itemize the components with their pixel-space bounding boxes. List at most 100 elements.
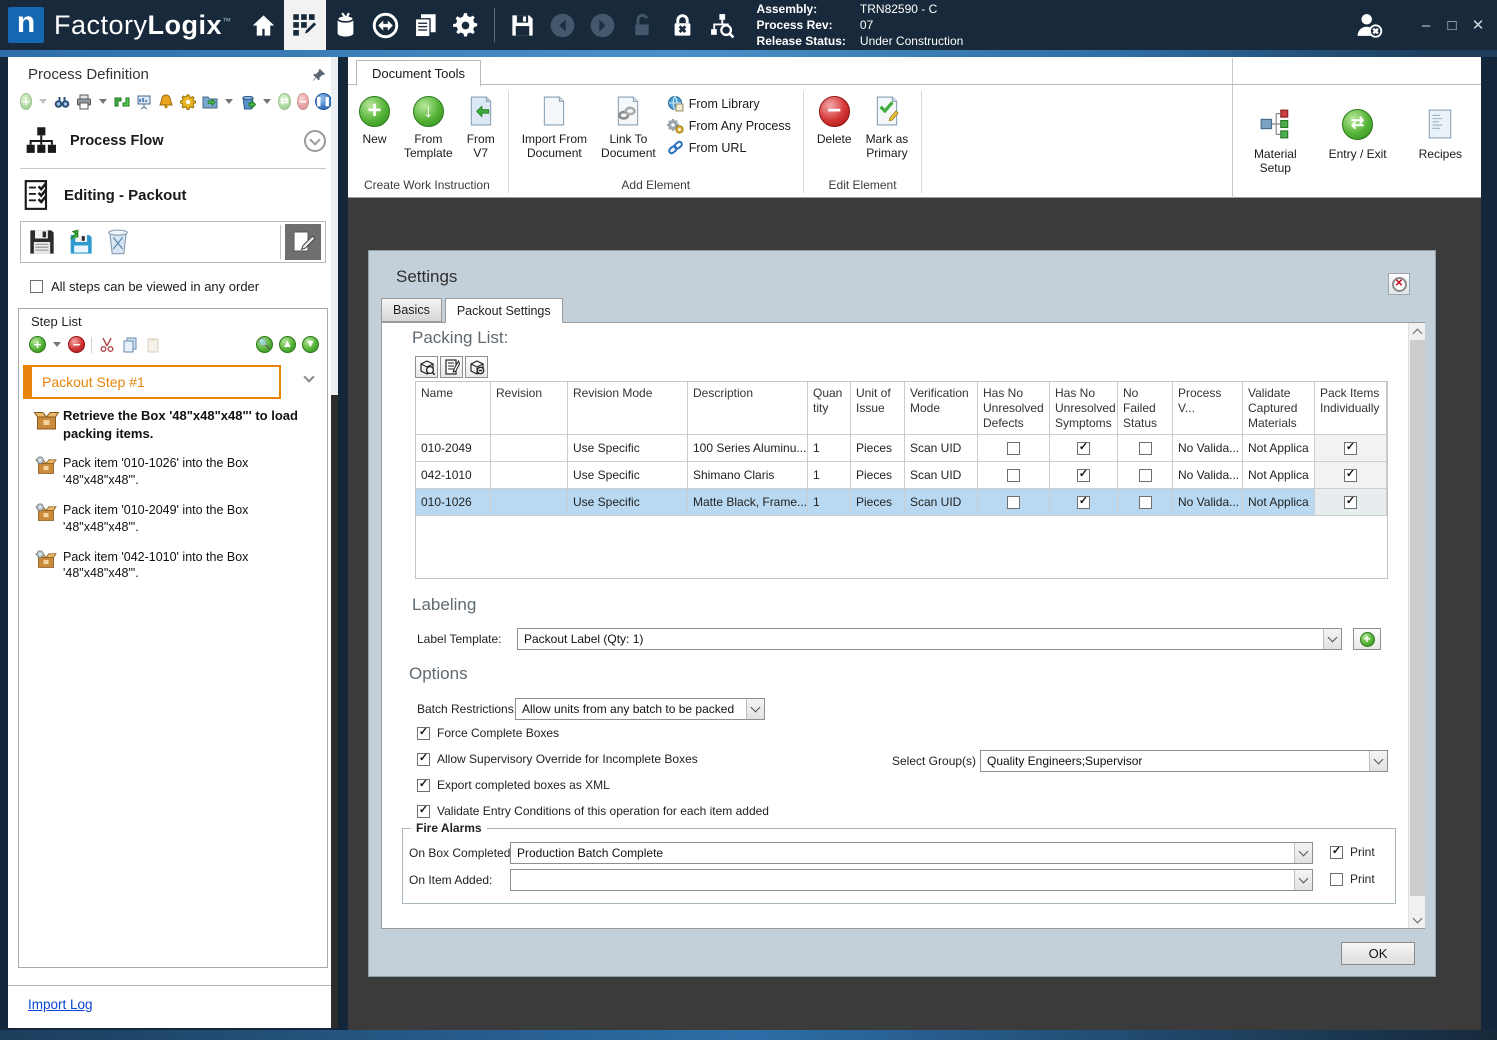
step-list-item[interactable]: Pack item '010-2049' into the Box '48"x4… [29, 502, 321, 536]
on-box-print-checkbox[interactable] [1330, 845, 1343, 859]
table-cell[interactable]: Use Specific [568, 462, 688, 489]
dialog-scrollbar-thumb[interactable] [1410, 340, 1425, 896]
table-cell[interactable] [1315, 435, 1387, 462]
table-cell[interactable]: Use Specific [568, 435, 688, 462]
table-cell[interactable]: 100 Series Aluminu... [688, 435, 808, 462]
table-cell[interactable]: Pieces [851, 489, 905, 516]
export-xml-option[interactable]: Export completed boxes as XML [417, 778, 610, 792]
row-checkbox[interactable] [1344, 468, 1357, 482]
box-remove-icon[interactable] [465, 356, 488, 378]
scroll-down-icon[interactable] [1409, 911, 1426, 928]
materials-icon[interactable] [326, 5, 366, 45]
add-dropdown-caret[interactable] [39, 99, 48, 104]
list-edit-icon[interactable] [440, 356, 463, 378]
row-checkbox[interactable] [1007, 468, 1020, 482]
column-header[interactable]: Quantity [808, 382, 851, 435]
back-icon[interactable] [543, 5, 583, 45]
table-cell[interactable] [1118, 462, 1173, 489]
entry-exit-button[interactable]: ⇄ Entry / Exit [1322, 98, 1394, 162]
lock-x-icon[interactable] [663, 5, 703, 45]
supervisory-override-checkbox[interactable] [417, 752, 430, 766]
box-search-icon[interactable] [415, 356, 438, 378]
process-flow-row[interactable]: Process Flow [8, 116, 338, 166]
cut-icon[interactable] [98, 336, 115, 353]
table-cell[interactable] [1118, 435, 1173, 462]
table-cell[interactable]: Scan UID [905, 462, 978, 489]
paste-icon[interactable] [144, 336, 161, 353]
step-list-item[interactable]: Pack item '042-1010' into the Box '48"x4… [29, 549, 321, 583]
process-gear-icon[interactable] [180, 93, 197, 110]
from-library-item[interactable]: From Library [667, 95, 791, 112]
on-item-print-checkbox[interactable] [1330, 872, 1343, 886]
row-checkbox[interactable] [1344, 495, 1357, 509]
material-setup-button[interactable]: Material Setup [1247, 98, 1304, 176]
link-to-document-button[interactable]: Link To Document [594, 87, 663, 161]
column-header[interactable]: Has No Unresolved Defects [978, 382, 1050, 435]
table-cell[interactable]: No Valida... [1173, 435, 1243, 462]
row-checkbox[interactable] [1077, 468, 1090, 482]
force-complete-boxes-option[interactable]: Force Complete Boxes [417, 726, 559, 740]
validate-entry-conditions-option[interactable]: Validate Entry Conditions of this operat… [417, 804, 769, 818]
column-header[interactable]: Pack Items Individually [1315, 382, 1387, 435]
save-icon[interactable] [503, 5, 543, 45]
step-list-item[interactable]: Pack item '010-1026' into the Box '48"x4… [29, 455, 321, 489]
maximize-button[interactable]: □ [1439, 17, 1465, 34]
trash-dropdown-caret[interactable] [263, 99, 272, 104]
table-cell[interactable]: No Valida... [1173, 489, 1243, 516]
table-cell[interactable] [1315, 462, 1387, 489]
tab-document-tools[interactable]: Document Tools [356, 60, 481, 86]
select-groups-select[interactable]: Quality Engineers;Supervisor [980, 750, 1388, 772]
column-header[interactable]: Revision Mode [568, 382, 688, 435]
import-log-link[interactable]: Import Log [28, 997, 93, 1012]
column-header[interactable]: Unit of Issue [851, 382, 905, 435]
table-cell[interactable]: 1 [808, 489, 851, 516]
save-document-icon[interactable] [25, 225, 59, 259]
table-cell[interactable]: 1 [808, 435, 851, 462]
discard-trash-icon[interactable] [101, 225, 135, 259]
packing-table-row[interactable]: 042-1010 Use Specific Shimano Claris 1 Piece… [416, 462, 1387, 489]
import-from-document-button[interactable]: Import From Document [515, 87, 594, 161]
close-button[interactable]: ✕ [1465, 16, 1491, 34]
table-cell[interactable] [978, 489, 1050, 516]
find-step-icon[interactable]: 🔍 [256, 336, 273, 353]
row-checkbox[interactable] [1077, 441, 1090, 455]
remove-icon[interactable]: − [296, 93, 309, 110]
add-step-caret[interactable] [53, 342, 61, 347]
print-icon[interactable] [76, 93, 92, 110]
step-collapse-chevron[interactable] [303, 371, 315, 383]
table-cell[interactable]: No Valida... [1173, 462, 1243, 489]
forward-icon[interactable] [583, 5, 623, 45]
expand-down-icon[interactable] [304, 130, 326, 152]
documents-icon[interactable] [406, 5, 446, 45]
trash-export-icon[interactable] [240, 93, 257, 110]
from-v7-button[interactable]: From V7 [460, 87, 502, 161]
selected-step[interactable]: Packout Step #1 [23, 365, 281, 399]
dropdown-arrow-icon[interactable] [1294, 870, 1312, 890]
shuffle-puzzle-icon[interactable] [114, 93, 130, 110]
edit-work-instruction-button[interactable] [285, 224, 321, 260]
table-cell[interactable]: Pieces [851, 435, 905, 462]
row-checkbox[interactable] [1138, 495, 1152, 509]
table-cell[interactable] [491, 462, 568, 489]
tab-basics[interactable]: Basics [381, 298, 442, 322]
bell-icon[interactable] [158, 93, 174, 110]
on-box-completed-select[interactable]: Production Batch Complete [510, 842, 1313, 864]
row-checkbox[interactable] [1344, 441, 1357, 455]
dialog-scrollbar[interactable] [1408, 323, 1425, 928]
minimize-button[interactable]: – [1413, 17, 1439, 34]
add-step-icon[interactable]: + [29, 336, 46, 353]
table-cell[interactable] [491, 489, 568, 516]
table-cell[interactable] [1118, 489, 1173, 516]
validate-entry-conditions-checkbox[interactable] [417, 804, 430, 818]
all-steps-order-row[interactable]: All steps can be viewed in any order [8, 263, 338, 304]
dropdown-arrow-icon[interactable] [1369, 751, 1387, 771]
table-cell[interactable]: Not Applica [1243, 489, 1315, 516]
table-cell[interactable]: Use Specific [568, 489, 688, 516]
remove-step-icon[interactable]: − [68, 336, 85, 353]
on-item-added-select[interactable] [510, 869, 1313, 891]
table-cell[interactable]: 010-1026 [416, 489, 491, 516]
move-step-up-icon[interactable]: ▲ [279, 336, 296, 353]
table-cell[interactable] [978, 435, 1050, 462]
row-checkbox[interactable] [1138, 468, 1152, 482]
column-header[interactable]: No Failed Status [1118, 382, 1173, 435]
